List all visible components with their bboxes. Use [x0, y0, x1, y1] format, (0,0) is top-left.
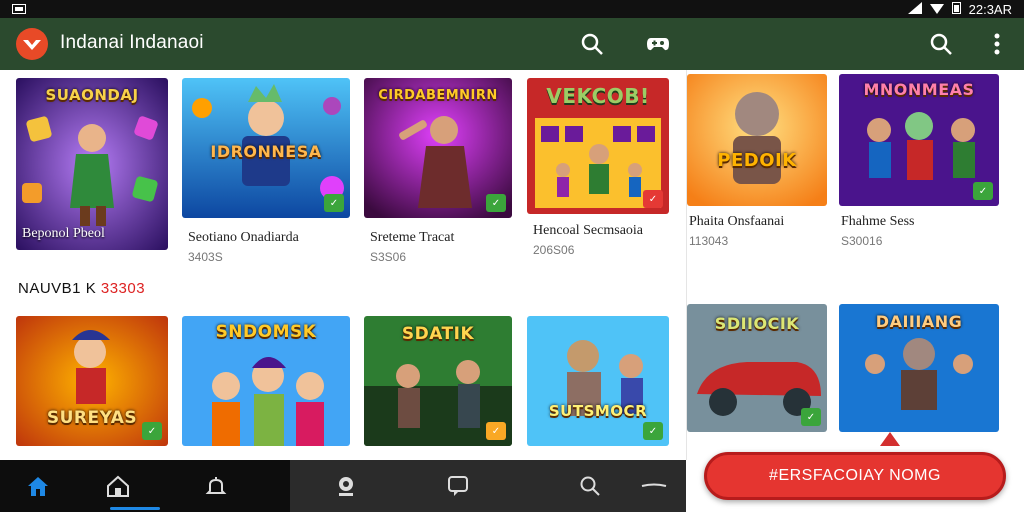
verified-badge-icon: ✓	[324, 194, 344, 212]
game-thumbnail: IDRONNESA ✓	[182, 78, 350, 218]
verified-badge-icon: ✓	[486, 422, 506, 440]
game-title: Sreteme Tracat	[370, 230, 455, 245]
game-thumbnail: MNONMEAS ✓	[839, 74, 999, 206]
cta-pointer-icon	[880, 432, 900, 446]
game-meta: 113043	[689, 234, 729, 248]
game-title: Hencoal Secmsaoia	[533, 223, 644, 238]
thumbnail-title: SNDOMSK	[215, 322, 317, 342]
bottom-nav	[0, 460, 290, 512]
thumbnail-title: VEKCOB!	[546, 84, 650, 108]
thumbnail-title: SUAONDAJ	[45, 86, 139, 104]
thumbnail-title: IDRONNESA	[210, 142, 322, 161]
gamepad-icon	[647, 38, 669, 51]
active-tab-indicator	[110, 507, 160, 510]
thumbnail-title: SDIIOCIK	[714, 314, 800, 333]
game-card[interactable]: SUTSMOCR ✓	[527, 316, 669, 446]
verified-badge-icon: ✓	[142, 422, 162, 440]
game-title: Beponol Pbeol	[22, 226, 105, 241]
nav-notifications[interactable]	[202, 472, 230, 500]
status-bar: 22:3ΑR	[0, 0, 1024, 18]
game-thumbnail: SUTSMOCR ✓	[527, 316, 669, 446]
game-card[interactable]: MNONMEAS ✓ Fhahme Sess S30016	[839, 74, 999, 264]
game-title: Fhahme Sess	[841, 214, 915, 229]
verified-badge-icon: ✓	[643, 422, 663, 440]
game-thumbnail: SNDOMSK	[182, 316, 350, 446]
battery-icon	[951, 1, 961, 17]
game-thumbnail: SDIIOCIK ✓	[687, 304, 827, 432]
game-title: Phaita Onsfaanai	[689, 214, 785, 229]
game-meta: S3S06	[370, 250, 407, 264]
overflow-menu-button[interactable]	[981, 28, 1013, 60]
thumbnail-title: DAIIIANG	[875, 312, 963, 331]
app-bar: Indanai Indanaoi	[0, 18, 1024, 70]
thumbnail-title: MNONMEAS	[863, 80, 975, 99]
verified-badge-icon: ✓	[801, 408, 821, 426]
nav-menu[interactable]	[640, 472, 668, 500]
chat-icon	[448, 476, 468, 496]
verified-badge-icon: ✓	[973, 182, 993, 200]
nav-messages[interactable]	[444, 472, 472, 500]
wifi-icon	[929, 2, 944, 17]
menu-icon	[641, 483, 667, 487]
game-thumbnail: SDATIK ✓	[364, 316, 512, 446]
search-button-secondary[interactable]	[925, 28, 957, 60]
game-card[interactable]: SNDOMSK	[182, 316, 350, 446]
game-card[interactable]: VEKCOB! ✓ Hencoal Secmsaoia 206S06	[527, 78, 669, 268]
more-vert-icon	[994, 33, 1000, 55]
house-icon	[107, 475, 129, 497]
game-card[interactable]: IDRONNESA ✓ Seotiano Onadiarda 3403S	[182, 78, 350, 268]
game-meta: 206S06	[533, 243, 575, 257]
game-card[interactable]: PEDOIK Phaita Onsfaanai 113043	[687, 74, 827, 264]
game-meta: 3403S	[188, 250, 223, 264]
game-card[interactable]: SUAONDAJ Beponol Pbeol	[16, 78, 168, 250]
verified-badge-icon: ✓	[486, 194, 506, 212]
app-title: Indanai Indanaoi	[60, 32, 204, 53]
game-thumbnail: DAIIIANG	[839, 304, 999, 432]
game-thumbnail: CIRDABEMNIRN ✓	[364, 78, 512, 218]
home-icon	[28, 477, 48, 496]
game-title: Seotiano Onadiarda	[188, 230, 299, 245]
gamepad-button[interactable]	[642, 28, 674, 60]
primary-action-button[interactable]: #ERSFACOIAY NOMG	[704, 452, 1006, 500]
thumbnail-title: CIRDABEMNIRN	[378, 88, 498, 103]
bell-icon	[205, 477, 227, 494]
search-button[interactable]	[576, 28, 608, 60]
game-card[interactable]: SDIIOCIK ✓	[687, 304, 827, 434]
nav-home[interactable]	[24, 472, 52, 500]
game-card[interactable]: SDATIK ✓	[364, 316, 512, 446]
status-time: 22:3ΑR	[968, 1, 1012, 17]
bottom-nav-secondary	[290, 460, 686, 512]
app-logo-icon	[16, 28, 48, 60]
thumbnail-title: PEDOIK	[717, 150, 797, 171]
game-list-right: PEDOIK Phaita Onsfaanai 113043 MNONMEAS …	[686, 70, 1024, 460]
game-thumbnail: PEDOIK	[687, 74, 827, 206]
thumbnail-title: SUTSMOCR	[548, 402, 648, 420]
game-card[interactable]: SUREYAS ✓	[16, 316, 168, 446]
search-icon	[930, 33, 952, 55]
verified-badge-icon: ✓	[643, 190, 663, 208]
section-title: NAUVB1 K	[18, 280, 97, 297]
nav-profile[interactable]	[332, 472, 360, 500]
thumbnail-title: SDATIK	[401, 324, 475, 344]
game-list-left: SUAONDAJ Beponol Pbeol IDRONNESA ✓ Seoti…	[0, 70, 686, 460]
nav-search[interactable]	[576, 472, 604, 500]
section-header: NAUVB1 K 33303	[18, 280, 145, 297]
game-meta: S30016	[841, 234, 883, 248]
search-icon	[581, 33, 603, 55]
game-thumbnail: SUREYAS ✓	[16, 316, 168, 446]
profile-icon	[339, 477, 353, 496]
game-thumbnail: SUAONDAJ Beponol Pbeol	[16, 78, 168, 250]
game-card[interactable]: DAIIIANG	[839, 304, 999, 434]
notification-icon	[12, 2, 26, 17]
game-thumbnail: VEKCOB! ✓	[527, 78, 669, 214]
section-count: 33303	[100, 280, 146, 297]
nav-store[interactable]	[104, 472, 132, 500]
signal-icon	[907, 1, 922, 17]
search-icon	[580, 476, 600, 496]
game-card[interactable]: CIRDABEMNIRN ✓ Sreteme Tracat S3S06	[364, 78, 512, 268]
